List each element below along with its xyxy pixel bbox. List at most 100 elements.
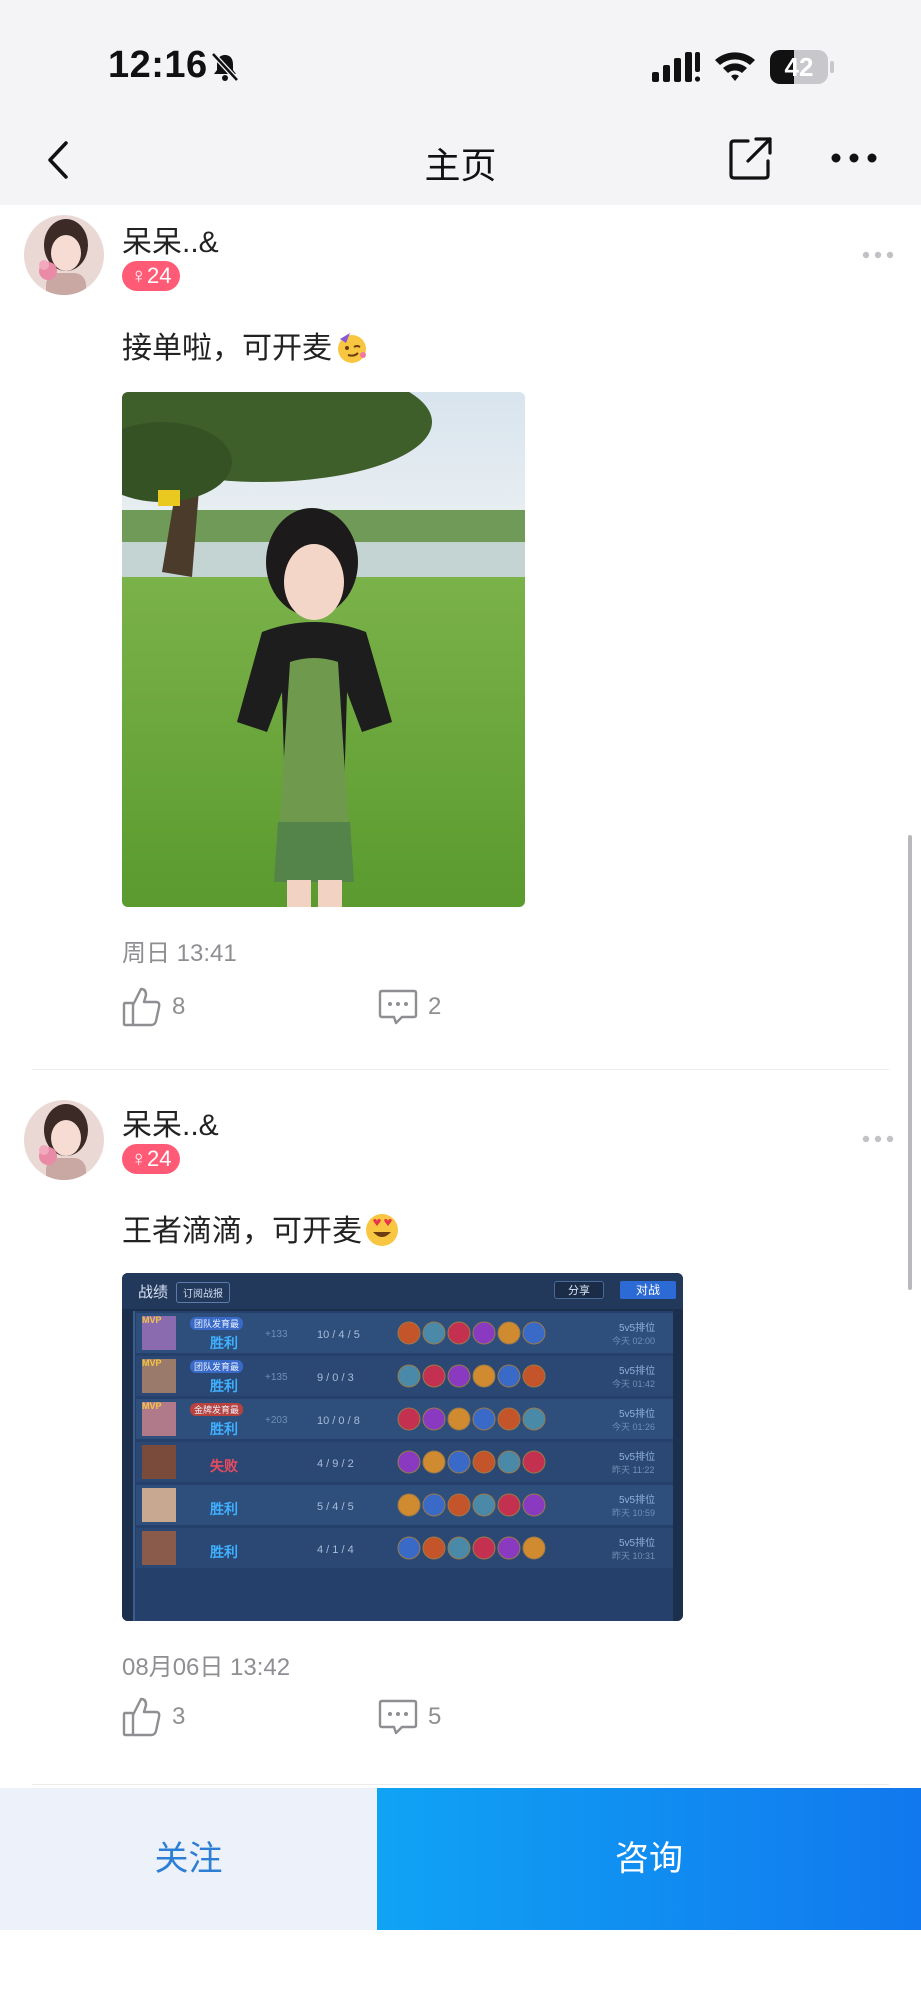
row-delta: +133 (265, 1329, 288, 1340)
post-text-content: 接单啦，可开麦 (122, 332, 332, 365)
row-kda: 10 / 0 / 8 (317, 1415, 360, 1427)
row-kda: 10 / 4 / 5 (317, 1329, 360, 1341)
nav-bar: 主页 (0, 115, 921, 205)
more-dots-icon[interactable] (830, 150, 878, 166)
consult-button[interactable]: 咨询 (377, 1788, 921, 1930)
row-delta: +203 (265, 1415, 288, 1426)
item-icon (447, 1364, 471, 1388)
like-count: 3 (172, 1703, 186, 1730)
scrollbar[interactable] (908, 835, 912, 1290)
row-mode: 5v5排位 (619, 1495, 656, 1506)
item-icon (497, 1364, 521, 1388)
username[interactable]: 呆呆..& (122, 217, 219, 261)
follow-button[interactable]: 关注 (0, 1788, 377, 1930)
item-icon (472, 1321, 496, 1345)
avatar-image (24, 215, 104, 295)
comment-button[interactable]: 5 (378, 1695, 498, 1739)
mvp-label: MVP (142, 1401, 162, 1411)
post-divider (32, 1069, 889, 1070)
like-button[interactable]: 3 (122, 1695, 242, 1739)
item-icon (422, 1493, 446, 1517)
row-delta: +135 (265, 1372, 288, 1383)
item-icon (397, 1536, 421, 1560)
post-photo[interactable] (122, 392, 525, 907)
row-result: 失败 (210, 1458, 238, 1474)
avatar[interactable] (24, 1100, 104, 1180)
item-icon (497, 1321, 521, 1345)
row-kda: 4 / 9 / 2 (317, 1458, 354, 1470)
hero-portrait (142, 1445, 176, 1479)
game-tab-label: 战绩 (138, 1284, 169, 1301)
status-bar: 12:16 42 (0, 0, 921, 115)
like-button[interactable]: 8 (122, 985, 242, 1029)
item-icon (497, 1407, 521, 1431)
item-icon (522, 1493, 546, 1517)
thumbs-up-icon (122, 987, 161, 1027)
row-kda: 9 / 0 / 3 (317, 1372, 354, 1384)
row-time: 昨天 11:22 (612, 1465, 655, 1475)
mvp-label: MVP (142, 1315, 162, 1325)
item-icon (397, 1321, 421, 1345)
post-more-icon[interactable] (862, 250, 894, 260)
item-icon (472, 1536, 496, 1560)
item-icon (397, 1493, 421, 1517)
feed-post: 呆呆..& ♀24 王者滴滴，可开麦 战绩 订阅战报 分享 对战 MVP 团队发育… (0, 1090, 921, 1790)
item-icon (397, 1450, 421, 1474)
comment-button[interactable]: 2 (378, 985, 498, 1029)
post-more-icon[interactable] (862, 1134, 894, 1144)
row-result: 胜利 (210, 1378, 238, 1394)
row-mode: 5v5排位 (619, 1409, 656, 1420)
item-icon (522, 1321, 546, 1345)
thumbs-up-icon (122, 1697, 161, 1737)
heart-eyes-emoji-icon (366, 1214, 398, 1246)
item-icon (447, 1407, 471, 1431)
feed-post: 呆呆..& ♀24 接单啦，可开麦 周日 13:41 8 2 (0, 205, 921, 1070)
hero-portrait (142, 1531, 176, 1565)
item-icon (497, 1536, 521, 1560)
item-icon (522, 1364, 546, 1388)
avatar-image (24, 1100, 104, 1180)
row-time: 昨天 10:31 (612, 1551, 656, 1561)
bell-muted-icon (211, 52, 239, 82)
item-icon (447, 1321, 471, 1345)
item-icon (522, 1536, 546, 1560)
gender-age-badge: ♀24 (122, 1144, 180, 1174)
row-mode: 5v5排位 (619, 1538, 656, 1549)
gender-age-badge: ♀24 (122, 261, 180, 291)
avatar[interactable] (24, 215, 104, 295)
post-text: 王者滴滴，可开麦 (122, 1206, 400, 1250)
photo-girl-on-grass (122, 392, 525, 907)
item-icon (522, 1407, 546, 1431)
game-stats-screenshot[interactable]: 战绩 订阅战报 分享 对战 MVP 团队发育最 胜利 +133 10 / 4 / 5 5v… (122, 1273, 683, 1621)
row-mode: 5v5排位 (619, 1452, 656, 1463)
item-icon (472, 1493, 496, 1517)
item-icon (397, 1364, 421, 1388)
post-text-content: 王者滴滴，可开麦 (122, 1215, 362, 1248)
battery-indicator: 42 (770, 50, 834, 84)
comment-icon (378, 989, 418, 1025)
mvp-label: MVP (142, 1358, 162, 1368)
wifi-icon (715, 52, 755, 81)
post-divider (32, 1784, 889, 1785)
comment-count: 2 (428, 993, 442, 1020)
item-icon (422, 1321, 446, 1345)
row-time: 昨天 10:59 (612, 1508, 656, 1518)
row-kda: 4 / 1 / 4 (317, 1544, 354, 1556)
item-icon (447, 1536, 471, 1560)
row-mode: 5v5排位 (619, 1323, 656, 1334)
game-battle-tab: 对战 (620, 1281, 676, 1299)
item-icon (522, 1450, 546, 1474)
post-date: 08月06日 13:42 (122, 1654, 291, 1681)
item-icon (497, 1493, 521, 1517)
page-title: 主页 (424, 145, 497, 186)
row-tag: 金牌发育最 (190, 1403, 244, 1416)
like-count: 8 (172, 993, 186, 1020)
username[interactable]: 呆呆..& (122, 1100, 219, 1144)
bottom-action-bar: 关注 咨询 (0, 1788, 921, 1930)
row-time: 今天 01:42 (612, 1379, 656, 1389)
share-icon[interactable] (728, 135, 774, 181)
row-time: 今天 02:00 (612, 1336, 656, 1346)
item-icon (397, 1407, 421, 1431)
row-time: 今天 01:26 (612, 1422, 656, 1432)
status-time: 12:16 (108, 44, 208, 86)
